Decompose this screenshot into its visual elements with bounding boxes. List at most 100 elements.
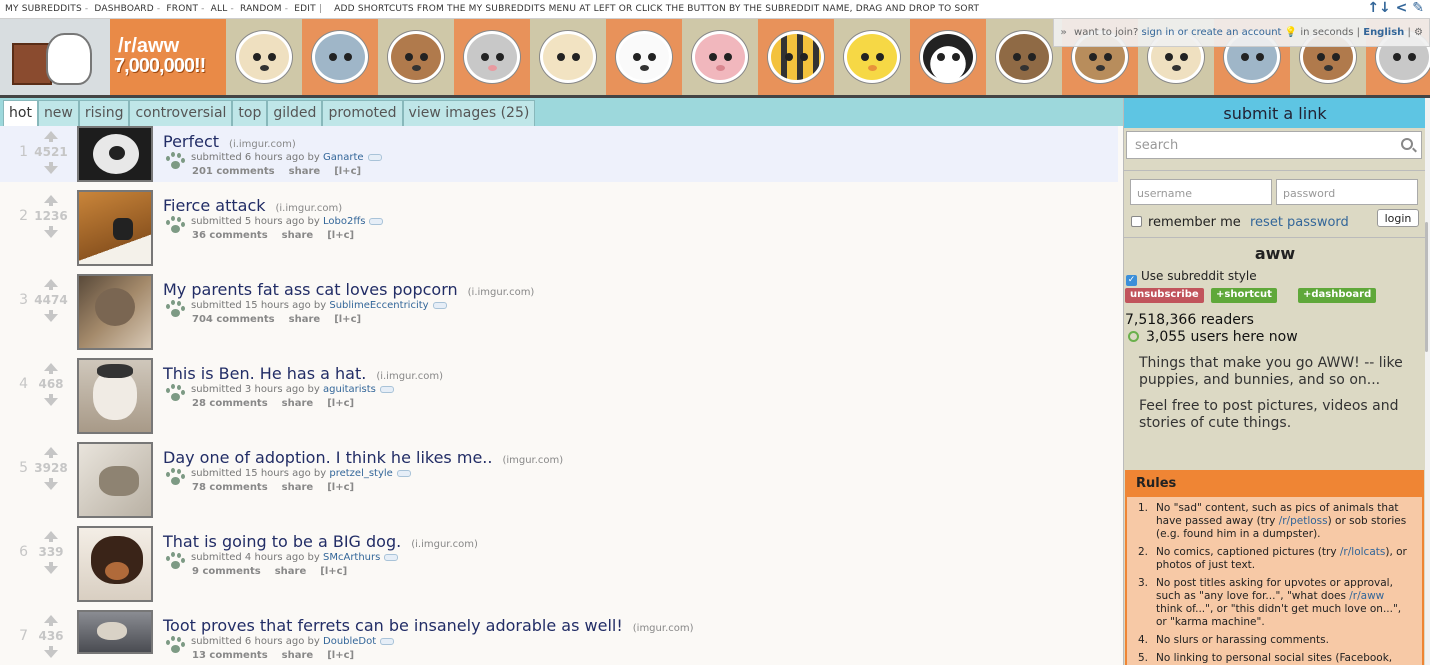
post-thumbnail[interactable]: [77, 358, 153, 434]
my-subreddits-menu[interactable]: MY SUBREDDITS: [5, 4, 82, 14]
post-author[interactable]: aguitarists: [323, 384, 376, 395]
downvote-arrow-icon[interactable]: [44, 566, 58, 574]
aww-link[interactable]: /r/aww: [1349, 590, 1384, 602]
shortcut-button[interactable]: +shortcut: [1211, 288, 1277, 303]
share-button[interactable]: share: [282, 650, 314, 661]
tab-top[interactable]: top: [232, 100, 268, 126]
lc-button[interactable]: [l+c]: [320, 566, 347, 577]
post-domain[interactable]: (i.imgur.com): [276, 203, 343, 214]
remember-me-checkbox[interactable]: remember me: [1131, 215, 1241, 230]
language-selector[interactable]: English: [1363, 27, 1404, 38]
scrollbar-thumb[interactable]: [1425, 222, 1428, 352]
subreddit-style-toggle[interactable]: ✓ Use subreddit style: [1126, 269, 1257, 286]
subreddit-name[interactable]: aww: [1124, 244, 1426, 263]
post-title[interactable]: My parents fat ass cat loves popcorn: [163, 280, 458, 299]
expand-arrow-icon[interactable]: »: [1060, 27, 1066, 38]
comments-link[interactable]: 28 comments: [192, 398, 268, 409]
post-domain[interactable]: (i.imgur.com): [468, 287, 535, 298]
tab-hot[interactable]: hot: [3, 100, 38, 126]
edit-pencil-icon[interactable]: ✎: [1412, 0, 1424, 16]
lc-button[interactable]: [l+c]: [334, 314, 361, 325]
subreddit-banner-title[interactable]: /r/aww 7,000,000!!: [110, 19, 226, 95]
post-domain[interactable]: (i.imgur.com): [411, 539, 478, 550]
comments-link[interactable]: 704 comments: [192, 314, 275, 325]
downvote-arrow-icon[interactable]: [44, 314, 58, 322]
post-domain[interactable]: (i.imgur.com): [376, 371, 443, 382]
username-field[interactable]: username: [1130, 179, 1272, 205]
downvote-arrow-icon[interactable]: [44, 230, 58, 238]
post-domain[interactable]: (i.imgur.com): [229, 139, 296, 150]
tab-rising[interactable]: rising: [78, 100, 130, 126]
tab-gilded[interactable]: gilded: [267, 100, 323, 126]
search-input[interactable]: search: [1126, 131, 1422, 159]
post-domain[interactable]: (imgur.com): [633, 623, 694, 634]
random-link[interactable]: RANDOM: [240, 4, 282, 14]
post-title[interactable]: Toot proves that ferrets can be insanely…: [163, 616, 623, 635]
post-author[interactable]: SublimeEccentricity: [329, 300, 428, 311]
dashboard-button[interactable]: +dashboard: [1298, 288, 1377, 303]
reddit-logo[interactable]: [0, 19, 110, 95]
comments-link[interactable]: 9 comments: [192, 566, 261, 577]
search-icon[interactable]: [1401, 138, 1413, 150]
checkbox-icon[interactable]: [1131, 216, 1142, 227]
post-title[interactable]: That is going to be a BIG dog.: [163, 532, 401, 551]
page-scrollbar[interactable]: [1425, 98, 1430, 665]
signin-link[interactable]: sign in or create an account: [1142, 27, 1282, 38]
post-thumbnail[interactable]: [77, 442, 153, 518]
downvote-arrow-icon[interactable]: [44, 166, 58, 174]
petloss-link[interactable]: /r/petloss: [1279, 515, 1328, 527]
comments-link[interactable]: 13 comments: [192, 650, 268, 661]
post-author[interactable]: Ganarte: [323, 152, 364, 163]
edit-link[interactable]: EDIT: [294, 4, 316, 14]
sort-arrows-icon[interactable]: ↑↓: [1367, 0, 1390, 16]
collapse-icon[interactable]: <: [1396, 0, 1408, 16]
tab-promoted[interactable]: promoted: [322, 100, 403, 126]
post-author[interactable]: DoubleDot: [323, 636, 376, 647]
post-thumbnail[interactable]: [77, 126, 153, 182]
settings-gear-icon[interactable]: ⚙: [1414, 27, 1423, 38]
share-button[interactable]: share: [282, 482, 314, 493]
lc-button[interactable]: [l+c]: [327, 230, 354, 241]
share-button[interactable]: share: [275, 566, 307, 577]
lc-button[interactable]: [l+c]: [327, 650, 354, 661]
all-link[interactable]: ALL: [211, 4, 228, 14]
downvote-arrow-icon[interactable]: [44, 650, 58, 658]
unsubscribe-button[interactable]: unsubscribe: [1125, 288, 1204, 303]
tab-new[interactable]: new: [37, 100, 79, 126]
post-domain[interactable]: (imgur.com): [502, 455, 563, 466]
lc-button[interactable]: [l+c]: [327, 398, 354, 409]
tab-controversial[interactable]: controversial: [129, 100, 233, 126]
lolcats-link[interactable]: /r/lolcats: [1340, 546, 1385, 558]
post-thumbnail[interactable]: [77, 610, 153, 654]
post-title[interactable]: Day one of adoption. I think he likes me…: [163, 448, 492, 467]
tab-view-images[interactable]: view images (25): [402, 100, 536, 126]
post-thumbnail[interactable]: [77, 190, 153, 266]
sort-edit-tools[interactable]: ↑↓ < ✎: [1367, 0, 1424, 16]
share-button[interactable]: share: [282, 398, 314, 409]
lc-button[interactable]: [l+c]: [334, 166, 361, 177]
login-button[interactable]: login: [1377, 209, 1419, 227]
post-title[interactable]: Perfect: [163, 132, 219, 151]
share-button[interactable]: share: [289, 166, 321, 177]
downvote-arrow-icon[interactable]: [44, 398, 58, 406]
downvote-arrow-icon[interactable]: [44, 482, 58, 490]
password-field[interactable]: password: [1276, 179, 1418, 205]
submit-link-button[interactable]: submit a link: [1124, 98, 1426, 128]
reset-password-link[interactable]: reset password: [1250, 215, 1349, 230]
post-thumbnail[interactable]: [77, 526, 153, 602]
lc-button[interactable]: [l+c]: [327, 482, 354, 493]
front-link[interactable]: FRONT: [166, 4, 198, 14]
comments-link[interactable]: 78 comments: [192, 482, 268, 493]
post-author[interactable]: SMcArthurs: [323, 552, 380, 563]
post-author[interactable]: Lobo2ffs: [323, 216, 365, 227]
post-title[interactable]: This is Ben. He has a hat.: [163, 364, 366, 383]
dashboard-link[interactable]: DASHBOARD: [94, 4, 154, 14]
checkmark-icon[interactable]: ✓: [1126, 275, 1137, 286]
comments-link[interactable]: 201 comments: [192, 166, 275, 177]
post-title[interactable]: Fierce attack: [163, 196, 266, 215]
post-thumbnail[interactable]: [77, 274, 153, 350]
share-button[interactable]: share: [289, 314, 321, 325]
comments-link[interactable]: 36 comments: [192, 230, 268, 241]
post-author[interactable]: pretzel_style: [329, 468, 392, 479]
share-button[interactable]: share: [282, 230, 314, 241]
